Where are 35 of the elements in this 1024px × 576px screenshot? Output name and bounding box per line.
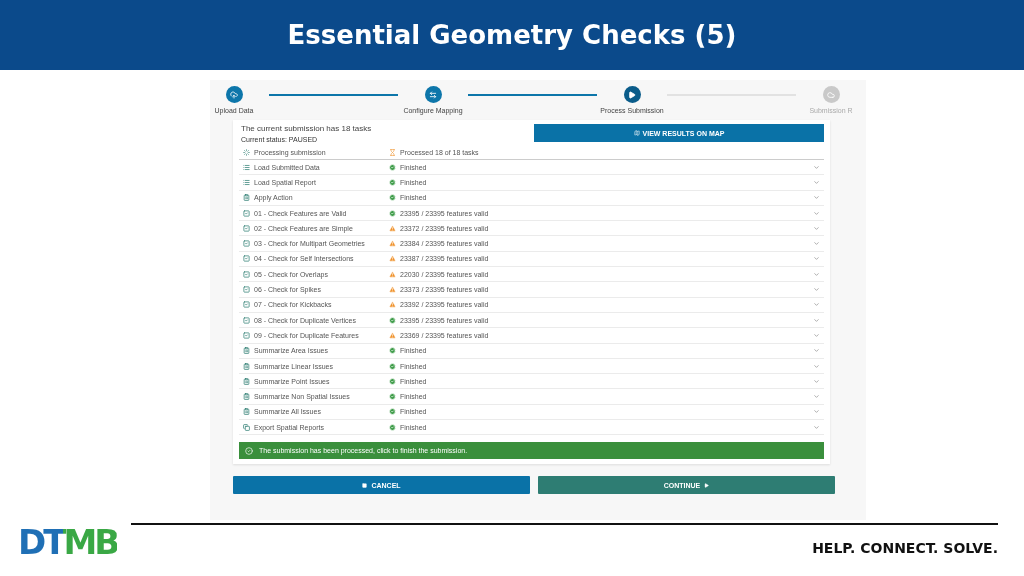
clipboard-icon (243, 393, 250, 401)
clipboard-icon (243, 362, 250, 370)
swap-arrows-icon (429, 90, 437, 99)
play-icon (628, 90, 636, 99)
progress-icon (243, 148, 250, 156)
checkbox-icon (243, 270, 250, 278)
checkbox-icon (243, 286, 250, 293)
list-icon (243, 163, 250, 171)
checkbox-icon (243, 301, 250, 309)
checkbox-icon (243, 255, 250, 263)
cloud-upload-icon (230, 90, 238, 99)
step-circle[interactable] (424, 86, 442, 103)
expand-icon[interactable] (813, 286, 820, 293)
step-circle[interactable] (623, 86, 641, 103)
checkbox-icon (243, 331, 250, 339)
submission-title: The current submission has 18 tasks (241, 124, 372, 133)
checkbox-icon (243, 224, 250, 232)
hourglass-icon (389, 148, 396, 156)
checkbox-icon (243, 240, 250, 248)
slogan: HELP. CONNECT. SOLVE. (812, 540, 998, 556)
slide-title: Essential Geometry Checks (5) (287, 20, 737, 50)
list-icon (243, 178, 250, 186)
step-circle[interactable] (225, 86, 243, 103)
checkbox-icon (243, 316, 250, 324)
clipboard-icon (243, 347, 250, 355)
clipboard-icon (243, 408, 250, 416)
check-circle-icon (245, 446, 253, 455)
clipboard-icon (243, 377, 250, 385)
clipboard-icon (243, 194, 250, 202)
map-icon (633, 130, 640, 136)
checkbox-icon (243, 209, 250, 217)
copy-icon (243, 423, 250, 431)
play-icon (704, 482, 710, 488)
stop-icon (362, 482, 368, 488)
cloud-icon (827, 90, 835, 99)
